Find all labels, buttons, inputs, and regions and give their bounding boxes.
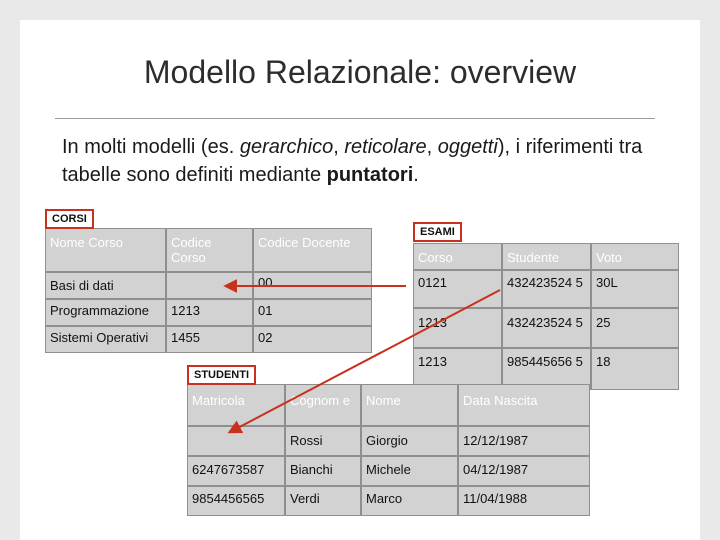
esami-header-studente: Studente <box>503 244 590 269</box>
studenti-cell <box>188 427 284 455</box>
studenti-header-cognome: Cognom e <box>286 385 360 425</box>
esami-header-voto: Voto <box>592 244 678 269</box>
corsi-cell: 01 <box>254 300 371 325</box>
intro-end: . <box>413 164 419 186</box>
studenti-cell: 04/12/1987 <box>459 457 589 485</box>
slide-title: Modello Relazionale: overview <box>143 54 577 90</box>
esami-cell: 432423524 5 <box>503 271 590 307</box>
corsi-cell: 00 <box>254 273 371 298</box>
esami-cell: 432423524 5 <box>503 309 590 347</box>
studenti-cell: Marco <box>362 487 457 515</box>
intro-prefix: In molti modelli (es. <box>62 136 240 158</box>
corsi-cell: 1455 <box>167 327 252 352</box>
title-divider <box>55 118 655 119</box>
esami-cell: 30L <box>592 271 678 307</box>
studenti-cell: Michele <box>362 457 457 485</box>
esami-cell: 1213 <box>414 349 501 389</box>
intro-separator: , <box>333 136 345 158</box>
esami-cell: 25 <box>592 309 678 347</box>
esami-cell: 0121 <box>414 271 501 307</box>
studenti-cell: Rossi <box>286 427 360 455</box>
studenti-table: Matricola Cognom e Nome Data Nascita Ros… <box>187 384 590 516</box>
esami-cell: 1213 <box>414 309 501 347</box>
corsi-cell: Sistemi Operativi <box>46 327 165 352</box>
studenti-cell: Verdi <box>286 487 360 515</box>
studenti-cell: 11/04/1988 <box>459 487 589 515</box>
intro-example-1: gerarchico <box>239 136 334 158</box>
intro-keyword: puntatori <box>326 164 414 186</box>
studenti-header-matricola: Matricola <box>188 385 284 425</box>
intro-text: In molti modelli (es. gerarchico, retico… <box>62 133 662 189</box>
corsi-cell <box>167 273 252 298</box>
corsi-tag: CORSI <box>45 209 94 229</box>
esami-tag: ESAMI <box>413 222 462 242</box>
studenti-tag: STUDENTI <box>187 365 256 385</box>
studenti-cell: Giorgio <box>362 427 457 455</box>
corsi-cell: 1213 <box>167 300 252 325</box>
studenti-header-data-nascita: Data Nascita <box>459 385 589 425</box>
intro-example-2: reticolare <box>344 136 427 158</box>
corsi-cell: Basi di dati <box>46 273 165 298</box>
studenti-cell: 6247673587 <box>188 457 284 485</box>
corsi-cell: 02 <box>254 327 371 352</box>
esami-cell: 985445656 5 <box>503 349 590 389</box>
corsi-table: Nome Corso Codice Corso Codice Docente B… <box>45 228 372 353</box>
studenti-cell: 12/12/1987 <box>459 427 589 455</box>
corsi-header-codice-corso: Codice Corso <box>167 229 252 271</box>
esami-cell: 18 <box>592 349 678 389</box>
intro-example-3: oggetti <box>437 136 498 158</box>
esami-header-corso: Corso <box>414 244 501 269</box>
studenti-header-nome: Nome <box>362 385 457 425</box>
corsi-cell: Programmazione <box>46 300 165 325</box>
esami-table: Corso Studente Voto 0121 432423524 5 30L… <box>413 243 679 390</box>
studenti-cell: 9854456565 <box>188 487 284 515</box>
corsi-header-codice-docente: Codice Docente <box>254 229 371 271</box>
intro-separator: , <box>426 136 438 158</box>
corsi-header-nome: Nome Corso <box>46 229 165 271</box>
studenti-cell: Bianchi <box>286 457 360 485</box>
